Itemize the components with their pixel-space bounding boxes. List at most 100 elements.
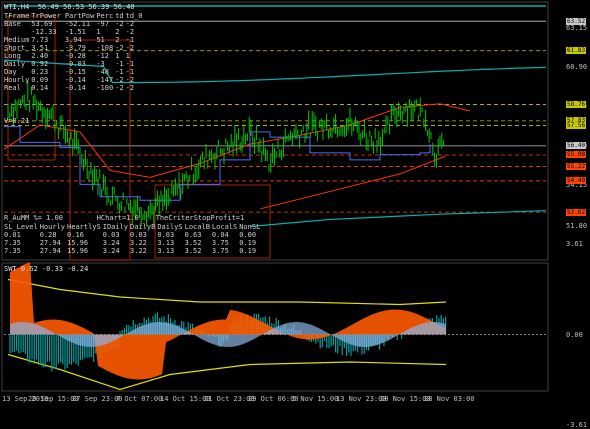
table-cell: 0.19 [239,247,257,255]
x-tick-label: 13 Nov 23:00 [336,395,387,403]
x-tick-label: 27 Sep 23:00 [72,395,123,403]
table-cell: -2 [125,84,135,92]
table-cell: -2 [125,28,135,36]
table-cell: -48 [96,68,109,76]
table-cell: 0.09 [31,76,49,84]
table-cell: -12 [96,52,109,60]
table-header-cell: HeartlyS [67,223,101,231]
table-cell: 51 [96,36,105,44]
table-cell: Medium [4,36,30,44]
table-row: -12.33 -1.51 1 2 -2 [4,28,144,36]
table-cell: Day [4,68,17,76]
table-cell: -1 [115,60,124,68]
table-cell: -0.28 [64,52,86,60]
table-row: Base 53.69 -52.11 -97 -2 -2 [4,20,144,28]
table-header-cell: PartPow [64,12,95,20]
table-header-cell: NonSL [239,223,261,231]
y-tick-label: 60.90 [566,63,588,72]
price-tag: 58.76 [566,101,587,109]
table-cell: 2 [115,28,120,36]
table-cell: 2 [115,36,120,44]
table-cell: 1 [125,52,130,60]
table-cell: -52.11 [64,20,91,28]
x-tick-label: 20 Sep 15:00 [28,395,79,403]
table-cell: -1 [115,68,124,76]
table-cell: 3.13 [157,247,175,255]
table-row: Real 0.14 -0.14 -100 -2 -2 [4,84,144,92]
table-row: 0.01 0.28 0.16 0.03 0.03 0.03 0.63 0.04 0.00 [4,231,262,239]
table-header-cell: LocalB [184,223,210,231]
table-cell: 0.00 [239,231,257,239]
table-cell: -2 [125,44,135,52]
table-cell: 3.24 [102,247,120,255]
table-cell: 15.96 [67,247,89,255]
table-cell: 0.92 [31,60,49,68]
table-header-cell: DailyB [130,223,156,231]
table-cell: 3.22 [130,247,147,255]
table-cell: 0.03 [102,231,120,239]
table-cell: -1 [125,68,135,76]
table-cell: 0.16 [67,231,84,239]
x-tick-label: 14 Oct 15:00 [160,395,211,403]
table-cell: 7.35 [4,239,21,247]
table-header-cell: Perc [96,12,114,20]
table-cell: Hourly [4,76,30,84]
table-cell: -1 [125,36,135,44]
table-cell: 27.94 [39,239,61,247]
table-cell: -1.51 [64,28,86,36]
price-tag: 55.88 [566,151,587,159]
table-cell: 15.96 [67,239,89,247]
table-header-cell: td_0 [125,12,143,20]
table-cell: 3.13 [157,239,175,247]
table-cell: 7.73 [31,36,49,44]
table-cell: 3.94 [64,36,82,44]
stop-header: R_AuMM %= 1.00 HChart=1.0 TheCriterStopP… [4,214,245,222]
table-cell: Long [4,52,21,60]
table-cell: 0.63 [184,231,202,239]
table-cell: 0.04 [211,231,229,239]
table-cell: 0.14 [31,84,49,92]
table-row: Short 3.51 -3.79 -108 -2 -2 [4,44,144,52]
table-cell: 0.03 [157,231,175,239]
table-row: Day 0.23 -0.15 -48 -1 -1 [4,68,144,76]
price-tag: 52.62 [566,208,587,216]
table-header-cell: SL_Level [4,223,38,231]
price-tag: 61.83 [566,47,587,55]
sub-y-tick-label: -3.61 [566,420,588,429]
table-cell: 0.23 [31,68,49,76]
price-tag: 56.40 [566,142,587,150]
table-cell: Base [4,20,21,28]
table-header-cell: TFrame [4,12,30,20]
table-cell: -108 [96,44,114,52]
table-cell: 3.52 [184,239,202,247]
table-cell: 3.22 [130,239,147,247]
x-tick-label: 7 Oct 07:00 [116,395,163,403]
table-cell: Daily [4,60,26,68]
price-tag: 63.52 [566,17,587,25]
sub-y-tick-label: 0.00 [566,330,583,339]
y-tick-label: 63.15 [566,23,588,32]
table-cell: -3.79 [64,44,86,52]
table-cell: 3.51 [31,44,49,52]
x-tick-label: 5 Nov 15:00 [292,395,339,403]
table-cell: 0.01 [4,231,21,239]
sub-title: SWT 0.62 -0.33 -0.24 [4,265,89,273]
table-cell: -0.15 [64,68,86,76]
table-row: Medium 7.73 3.94 51 2 -1 [4,36,144,44]
table-cell: -2 [125,76,135,84]
trend-power-table: TFrame TrPower PartPow Perc td td_0 Base 53.69-… [4,12,144,92]
table-cell: 1 [96,28,101,36]
table-row: 7.35 27.94 15.96 3.24 3.22 3.13 3.52 3.75 0.19 [4,239,262,247]
table-cell: Short [4,44,26,52]
sub-y-tick-label: 3.61 [566,240,583,249]
table-cell: 0.28 [39,231,57,239]
table-header-cell: IDaily [102,223,129,231]
table-cell: 3.75 [211,239,229,247]
table-header-cell: td [115,12,124,20]
main-title: WTI,H4 56.49 56.53 56.39 56.40 [4,3,135,11]
x-tick-label: 29 Oct 06:00 [248,395,299,403]
table-cell: Real [4,84,21,92]
x-tick-label: 21 Oct 23:00 [204,395,255,403]
table-cell: -0.14 [64,84,86,92]
stop-level-table: SL_Level Hourly HeartlyS IDaily DailyB DailyS… [4,223,262,255]
